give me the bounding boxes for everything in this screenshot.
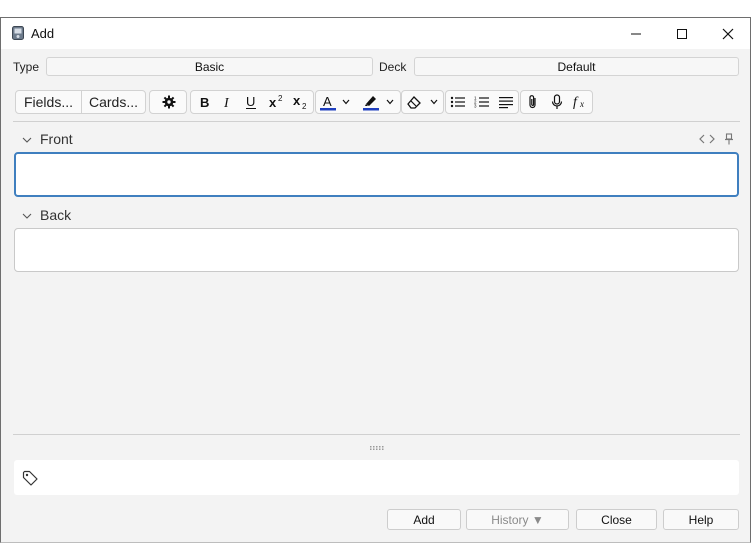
list-group: 123 bbox=[445, 90, 519, 114]
editor-toolbar: Fields... Cards... B I U x 2 x 2 A 1 2 3… bbox=[1, 90, 750, 116]
close-window-button[interactable] bbox=[705, 18, 751, 49]
type-label: Type bbox=[13, 60, 40, 74]
svg-text:A: A bbox=[323, 94, 332, 109]
text-color-button[interactable]: A bbox=[317, 91, 339, 113]
clear-formatting-button[interactable] bbox=[403, 91, 425, 113]
close-button[interactable]: Close bbox=[576, 509, 657, 530]
svg-text:f: f bbox=[573, 95, 579, 110]
svg-text:x: x bbox=[269, 95, 277, 110]
collapse-front-icon[interactable] bbox=[22, 136, 32, 144]
record-audio-button[interactable] bbox=[546, 91, 568, 113]
svg-text:2: 2 bbox=[302, 102, 307, 110]
numbered-list-button[interactable]: 123 bbox=[471, 91, 493, 113]
superscript-icon: x2 bbox=[269, 94, 283, 110]
help-button[interactable]: Help bbox=[663, 509, 739, 530]
type-deck-row: Type Basic Deck Default bbox=[1, 57, 750, 79]
insert-group: fx bbox=[520, 90, 593, 114]
function-icon: fx bbox=[573, 95, 584, 110]
window-title: Add bbox=[31, 26, 55, 41]
svg-text:U: U bbox=[246, 94, 255, 109]
svg-text:2: 2 bbox=[278, 94, 283, 103]
equation-button[interactable]: fx bbox=[570, 91, 592, 113]
toolbar-divider bbox=[13, 121, 740, 122]
html-editor-icon[interactable] bbox=[699, 134, 715, 144]
add-note-window: Add Type Basic Deck Default Fields... Ca… bbox=[0, 17, 751, 543]
text-color-icon: A bbox=[320, 94, 336, 111]
subscript-icon: x2 bbox=[293, 94, 307, 110]
underline-icon: U bbox=[246, 94, 256, 109]
minimize-icon bbox=[631, 33, 641, 35]
tag-icon bbox=[22, 470, 38, 486]
minimize-button[interactable] bbox=[613, 18, 659, 49]
deck-selector[interactable]: Default bbox=[414, 57, 739, 76]
title-bar: Add bbox=[1, 18, 750, 49]
maximize-icon bbox=[677, 29, 687, 39]
bullet-list-icon bbox=[450, 96, 465, 108]
svg-text:x: x bbox=[579, 99, 584, 109]
note-type-selector[interactable]: Basic bbox=[46, 57, 373, 76]
color-group: A bbox=[315, 90, 401, 114]
italic-button[interactable]: I bbox=[216, 91, 238, 113]
italic-icon: I bbox=[223, 96, 230, 109]
back-field-input[interactable] bbox=[14, 228, 739, 272]
bold-icon: B bbox=[200, 95, 209, 109]
pin-icon[interactable] bbox=[724, 133, 734, 145]
eraser-group bbox=[401, 90, 444, 114]
options-group bbox=[149, 90, 187, 114]
subscript-button[interactable]: x2 bbox=[290, 91, 312, 113]
eraser-icon bbox=[407, 96, 421, 109]
highlight-color-button[interactable] bbox=[360, 91, 382, 113]
underline-button[interactable]: U bbox=[240, 91, 262, 113]
history-button[interactable]: History ▼ bbox=[466, 509, 569, 530]
deck-label: Deck bbox=[379, 60, 407, 74]
splitter-grip-icon[interactable] bbox=[370, 446, 384, 450]
field-label-back: Back bbox=[40, 207, 72, 223]
numbered-list-icon: 123 bbox=[474, 96, 489, 109]
add-button[interactable]: Add bbox=[387, 509, 461, 530]
chevron-down-icon bbox=[386, 99, 394, 105]
tag-divider bbox=[13, 434, 740, 435]
settings-button[interactable] bbox=[158, 91, 180, 113]
align-left-icon bbox=[499, 97, 513, 109]
fields-cards-group: Fields... Cards... bbox=[15, 90, 146, 114]
field-label-front: Front bbox=[40, 131, 73, 147]
alignment-button[interactable] bbox=[495, 91, 517, 113]
microphone-icon bbox=[551, 94, 563, 109]
fields-button[interactable]: Fields... bbox=[16, 91, 82, 113]
close-icon bbox=[722, 28, 734, 40]
superscript-button[interactable]: x2 bbox=[266, 91, 288, 113]
maximize-button[interactable] bbox=[659, 18, 705, 49]
highlight-color-dropdown[interactable] bbox=[381, 91, 399, 113]
bold-button[interactable]: B bbox=[193, 91, 215, 113]
paperclip-icon bbox=[529, 95, 536, 109]
svg-text:I: I bbox=[223, 96, 230, 109]
svg-text:3: 3 bbox=[474, 104, 477, 109]
svg-text:x: x bbox=[293, 94, 301, 108]
app-icon bbox=[12, 26, 24, 40]
front-field-input[interactable] bbox=[14, 152, 739, 197]
tag-editor[interactable] bbox=[14, 460, 739, 495]
text-format-group: B I U x2 x2 bbox=[190, 90, 314, 114]
chevron-down-icon bbox=[342, 99, 350, 105]
highlighter-icon bbox=[363, 96, 379, 111]
gear-icon bbox=[162, 95, 176, 109]
bullet-list-button[interactable] bbox=[447, 91, 469, 113]
chevron-down-icon bbox=[430, 99, 438, 105]
collapse-back-icon[interactable] bbox=[22, 212, 32, 220]
formatting-dropdown[interactable] bbox=[425, 91, 443, 113]
cards-button[interactable]: Cards... bbox=[82, 91, 145, 113]
text-color-dropdown[interactable] bbox=[337, 91, 355, 113]
svg-text:B: B bbox=[200, 95, 209, 109]
attach-media-button[interactable] bbox=[522, 91, 544, 113]
